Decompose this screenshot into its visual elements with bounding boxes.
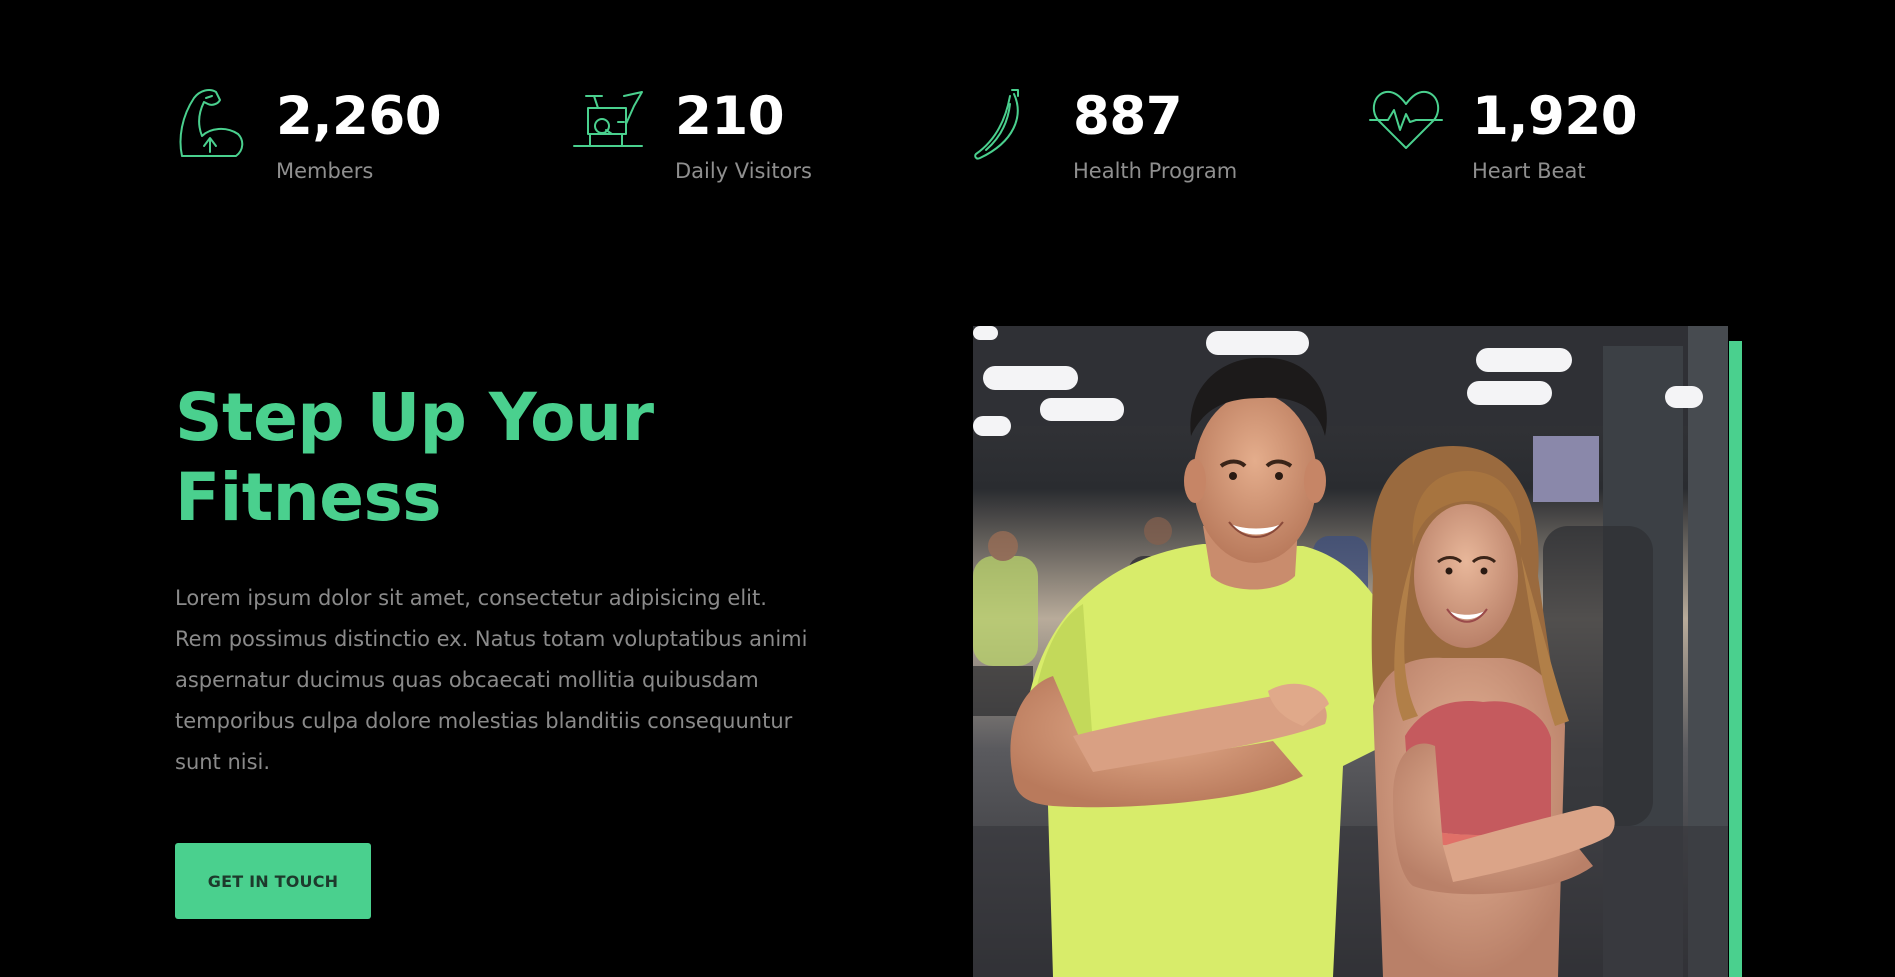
stat-label: Daily Visitors [675, 159, 812, 183]
stat-label: Health Program [1073, 159, 1238, 183]
exercise-bike-icon [572, 86, 652, 162]
stat-value: 2,260 [276, 86, 442, 147]
section-title: Step Up Your Fitness [175, 378, 855, 538]
section-description: Lorem ipsum dolor sit amet, consectetur … [175, 586, 808, 774]
title-line: Step Up Your [175, 379, 654, 456]
stat-value: 210 [675, 86, 785, 147]
gym-couple-photo [973, 326, 1728, 977]
heartbeat-icon [1368, 86, 1448, 162]
banana-icon [972, 86, 1052, 162]
stat-value: 1,920 [1472, 86, 1638, 147]
stat-label: Heart Beat [1472, 159, 1586, 183]
photo-accent-bar [1729, 341, 1742, 977]
fitness-section: 2,260 Members 210 Daily Visitors 887 Hea… [0, 0, 1895, 977]
stat-value: 887 [1073, 86, 1183, 147]
get-in-touch-button[interactable]: GET IN TOUCH [175, 843, 371, 919]
title-line: Fitness [175, 459, 442, 536]
flexed-arm-icon [176, 86, 256, 162]
stat-label: Members [276, 159, 374, 183]
